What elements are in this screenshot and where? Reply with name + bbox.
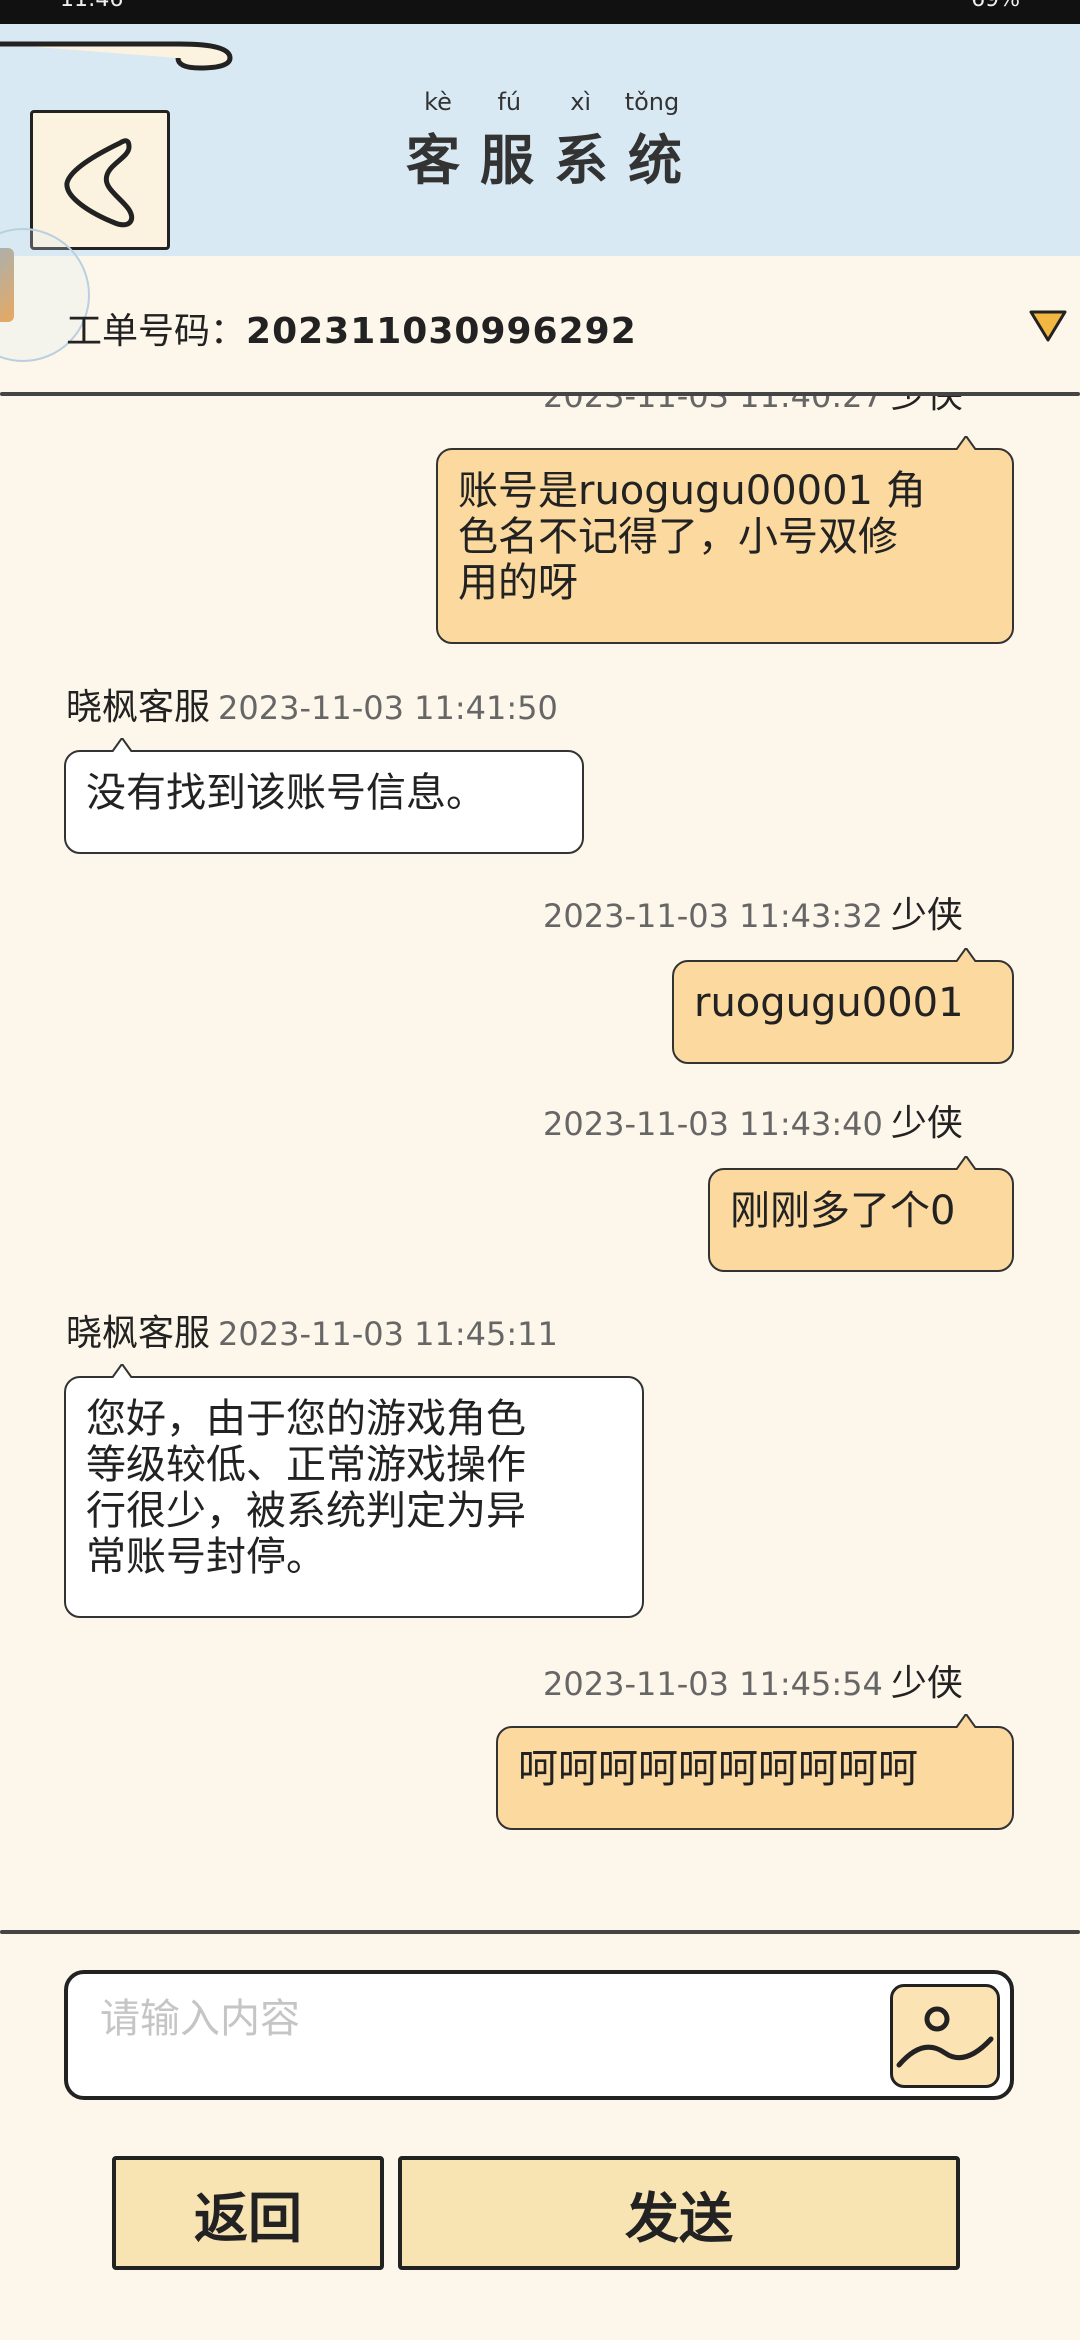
game-logo-icon xyxy=(0,248,14,322)
image-upload-button[interactable] xyxy=(890,1984,1000,2088)
battery-level: 69% xyxy=(971,0,1020,12)
back-arrow-button[interactable] xyxy=(30,110,170,250)
message-bubble[interactable]: 您好，由于您的游戏角色 等级较低、正常游戏操作 行很少，被系统判定为异 常账号封… xyxy=(64,1376,644,1618)
message-sender: 少侠 xyxy=(890,895,963,936)
message-sender: 少侠 xyxy=(890,1663,963,1704)
divider xyxy=(0,1930,1080,1934)
message-meta: 2023-11-03 11:43:40 少侠 xyxy=(535,1094,963,1146)
message-input[interactable] xyxy=(98,1988,882,2050)
ticket-label: 工单号码： xyxy=(66,311,247,352)
message-meta: 2023-11-03 11:43:32 少侠 xyxy=(535,886,963,938)
page-title: kè fú xì tǒng 客 服 系 统 xyxy=(400,88,690,195)
chat-area[interactable]: 2023-11-03 11:40:27 少侠 账号是ruogugu00001 角 … xyxy=(0,396,1080,1930)
message-bubble[interactable]: 账号是ruogugu00001 角 色名不记得了，小号双修 用的呀 xyxy=(436,448,1014,644)
ticket-number: 202311030996292 xyxy=(246,311,637,352)
back-arrow-icon xyxy=(64,138,135,228)
message-sender: 少侠 xyxy=(890,1103,963,1144)
message-bubble[interactable]: ruogugu0001 xyxy=(672,960,1014,1064)
dropdown-triangle-icon[interactable] xyxy=(1028,308,1068,344)
back-button[interactable]: 返回 xyxy=(112,2156,384,2270)
message-sender: 晓枫客服 xyxy=(66,687,211,728)
message-timestamp: 2023-11-03 11:40:27 xyxy=(543,396,883,415)
message-bubble[interactable]: 刚刚多了个0 xyxy=(708,1168,1014,1272)
message-input-box[interactable] xyxy=(64,1970,1014,2100)
status-bar: 11:46 69% xyxy=(0,0,1080,24)
message-timestamp: 2023-11-03 11:45:11 xyxy=(218,1315,558,1353)
message-meta: 2023-11-03 11:40:27 少侠 xyxy=(535,396,963,418)
message-timestamp: 2023-11-03 11:43:40 xyxy=(543,1105,883,1143)
message-timestamp: 2023-11-03 11:41:50 xyxy=(218,689,558,727)
message-bubble[interactable]: 没有找到该账号信息。 xyxy=(64,750,584,854)
title-pinyin: kè fú xì tǒng xyxy=(424,88,680,116)
send-button[interactable]: 发送 xyxy=(398,2156,960,2270)
message-timestamp: 2023-11-03 11:43:32 xyxy=(543,897,883,935)
status-time: 11:46 xyxy=(60,0,123,12)
message-sender: 晓枫客服 xyxy=(66,1313,211,1354)
message-meta: 2023-11-03 11:45:54 少侠 xyxy=(535,1654,963,1706)
image-icon xyxy=(896,2006,994,2068)
ticket-info: 工单号码：202311030996292 xyxy=(66,302,637,354)
title-text: 客 服 系 统 xyxy=(406,129,684,192)
message-sender: 少侠 xyxy=(891,396,963,416)
message-timestamp: 2023-11-03 11:45:54 xyxy=(543,1665,883,1703)
scroll-decoration-icon xyxy=(0,41,233,71)
message-bubble[interactable]: 呵呵呵呵呵呵呵呵呵呵 xyxy=(496,1726,1014,1830)
message-meta: 晓枫客服 2023-11-03 11:45:11 xyxy=(66,1304,566,1356)
ticket-bar: 工单号码：202311030996292 xyxy=(0,228,1080,396)
header: kè fú xì tǒng 客 服 系 统 xyxy=(0,24,1080,258)
message-meta: 晓枫客服 2023-11-03 11:41:50 xyxy=(66,678,566,730)
